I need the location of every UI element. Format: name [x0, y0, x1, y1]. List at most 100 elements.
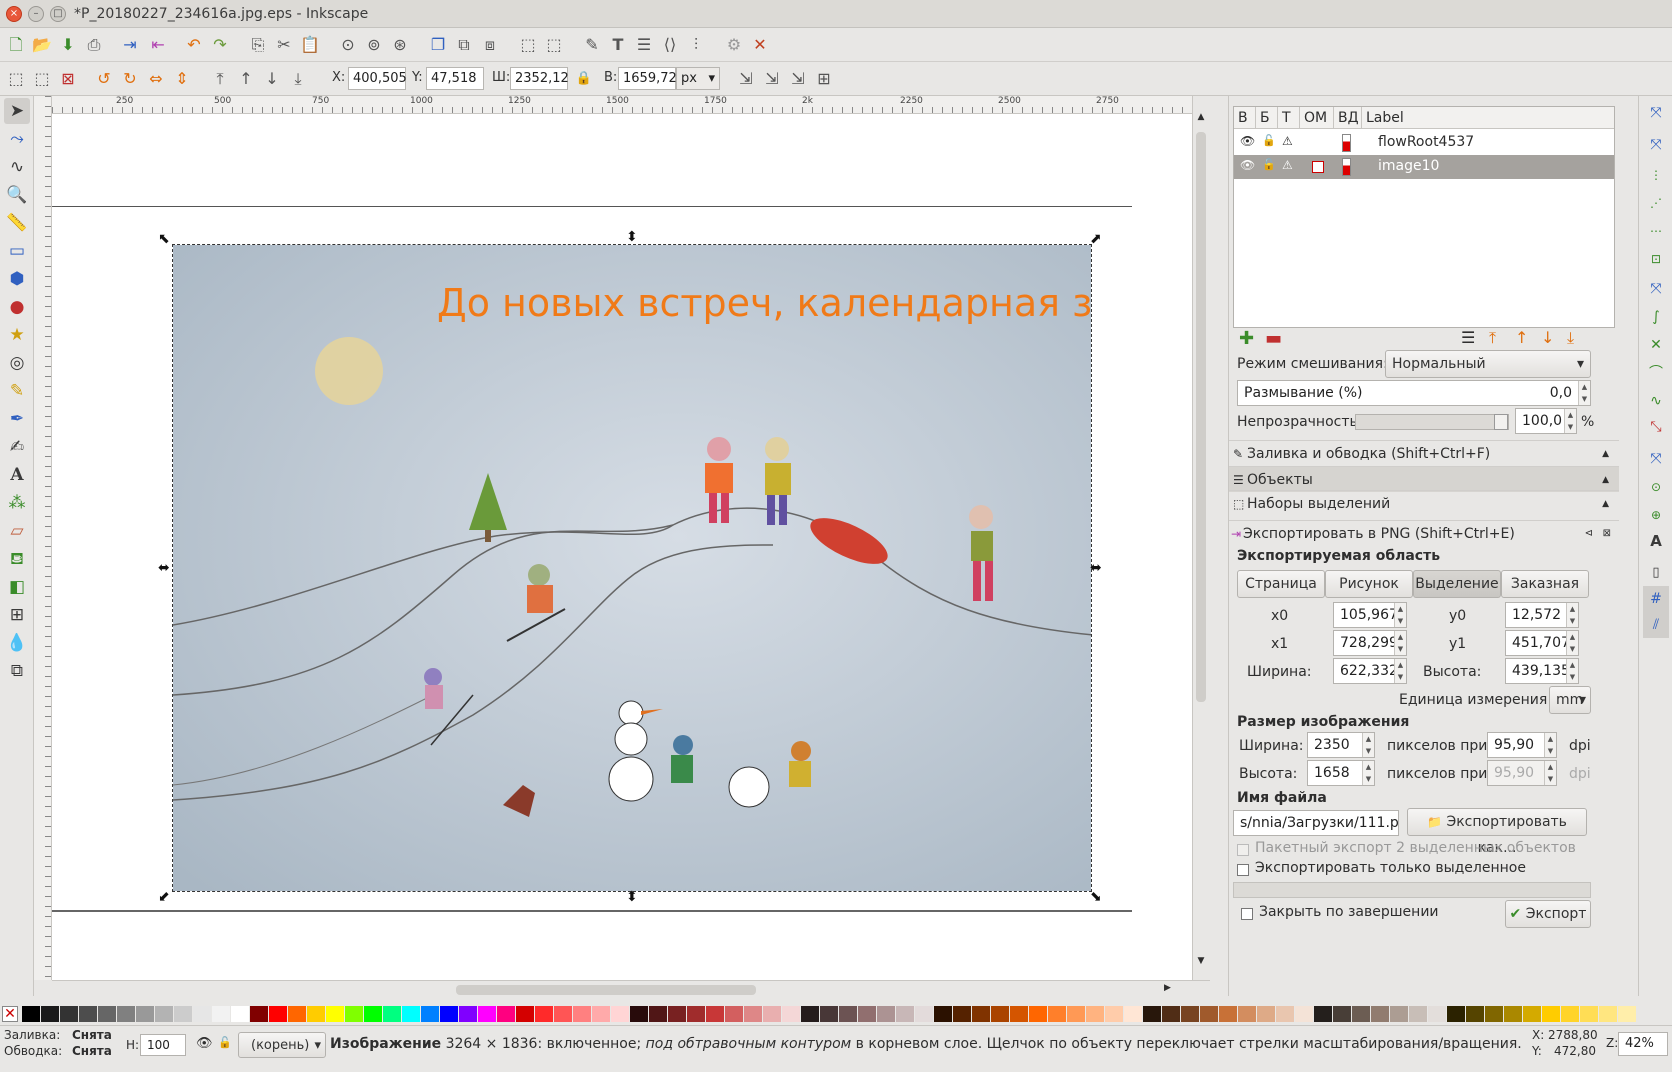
img-height-input[interactable]: 1658 ▲ ▼: [1307, 760, 1375, 786]
palette-swatch[interactable]: [1276, 1006, 1294, 1022]
scale-handle-n[interactable]: ⬍: [626, 230, 638, 244]
y1-input[interactable]: 451,707 ▲ ▼: [1505, 630, 1579, 656]
opacity-slider-handle[interactable]: [1494, 414, 1508, 430]
palette-swatch[interactable]: [725, 1006, 743, 1022]
palette-swatch[interactable]: [41, 1006, 59, 1022]
col-clip[interactable]: ОМ: [1300, 107, 1334, 129]
palette-swatch[interactable]: [497, 1006, 515, 1022]
palette-swatch[interactable]: [744, 1006, 762, 1022]
palette-swatch[interactable]: [307, 1006, 325, 1022]
scale-handle-nw[interactable]: ⬉: [158, 232, 170, 246]
col-locked[interactable]: Б: [1256, 107, 1278, 129]
no-paint-swatch[interactable]: ✕: [2, 1006, 18, 1022]
palette-swatch[interactable]: [820, 1006, 838, 1022]
duplicate-icon[interactable]: ❐: [426, 33, 450, 57]
palette-swatch[interactable]: [1124, 1006, 1142, 1022]
tab-page[interactable]: Страница: [1237, 570, 1325, 598]
document-properties-icon[interactable]: ✕: [748, 33, 772, 57]
scale-handle-e[interactable]: ⬌: [1090, 561, 1102, 575]
snap-paths-icon[interactable]: ∫: [1643, 304, 1669, 330]
vertical-scroll-thumb[interactable]: [1196, 132, 1206, 702]
open-file-icon[interactable]: 📂: [30, 33, 54, 57]
drawing-image[interactable]: До новых встреч, календарная зима!: [172, 244, 1092, 892]
dock-tab-export-png[interactable]: ⇥ Экспортировать в PNG (Shift+Ctrl+E) ⊲ ⊠: [1229, 520, 1619, 546]
palette-swatch[interactable]: [155, 1006, 173, 1022]
palette-swatch[interactable]: [1219, 1006, 1237, 1022]
pen-tool-icon[interactable]: ✒: [4, 406, 30, 432]
palette-swatch[interactable]: [611, 1006, 629, 1022]
palette-swatch[interactable]: [1105, 1006, 1123, 1022]
object-label[interactable]: flowRoot4537: [1378, 134, 1474, 150]
dropper-tool-icon[interactable]: 💧: [4, 630, 30, 656]
save-icon[interactable]: ⬇: [56, 33, 80, 57]
tweak-tool-icon[interactable]: ∿: [4, 154, 30, 180]
iconify-icon[interactable]: ⊲: [1585, 521, 1593, 547]
lock-ratio-icon[interactable]: 🔒: [572, 67, 596, 91]
palette-swatch[interactable]: [687, 1006, 705, 1022]
palette-swatch[interactable]: [1181, 1006, 1199, 1022]
rotate-ccw-icon[interactable]: ↺: [92, 67, 116, 91]
object-row[interactable]: 👁 🔓 ⚠ flowRoot4537: [1234, 131, 1614, 155]
ellipse-tool-icon[interactable]: ●: [4, 294, 30, 320]
snap-bbox-icon[interactable]: ⤧: [1643, 132, 1669, 158]
lower-icon[interactable]: ↓: [260, 67, 284, 91]
palette-swatch[interactable]: [136, 1006, 154, 1022]
export-unit-select[interactable]: mm ▾: [1549, 686, 1591, 714]
y1-spin-arrows[interactable]: ▲ ▼: [1566, 631, 1578, 655]
palette-swatch[interactable]: [1162, 1006, 1180, 1022]
calligraphy-tool-icon[interactable]: ✍: [4, 434, 30, 460]
h-status-input[interactable]: 100: [140, 1034, 186, 1056]
connector-tool-icon[interactable]: ⧉: [4, 658, 30, 684]
select-all-layers-icon[interactable]: ⬚: [30, 67, 54, 91]
scroll-down-icon[interactable]: ▼: [1196, 956, 1206, 968]
zoom-page-icon[interactable]: ⊛: [388, 33, 412, 57]
palette-swatch[interactable]: [478, 1006, 496, 1022]
snap-bbox-corner-icon[interactable]: ⋰: [1643, 190, 1669, 216]
palette-swatch[interactable]: [1143, 1006, 1161, 1022]
palette-swatch[interactable]: [1390, 1006, 1408, 1022]
palette-swatch[interactable]: [288, 1006, 306, 1022]
move-down-icon[interactable]: ↓: [1541, 328, 1554, 347]
palette-swatch[interactable]: [1504, 1006, 1522, 1022]
scale-handle-w[interactable]: ⬌: [158, 561, 170, 575]
raise-icon[interactable]: ↑: [234, 67, 258, 91]
palette-swatch[interactable]: [649, 1006, 667, 1022]
spray-tool-icon[interactable]: ⁂: [4, 490, 30, 516]
snap-cusp-icon[interactable]: ⌒: [1643, 360, 1669, 386]
palette-swatch[interactable]: [459, 1006, 477, 1022]
snap-page-icon[interactable]: ▯: [1643, 560, 1669, 586]
palette-swatch[interactable]: [1580, 1006, 1598, 1022]
y0-spin-arrows[interactable]: ▲ ▼: [1566, 603, 1578, 627]
palette-swatch[interactable]: [231, 1006, 249, 1022]
palette-swatch[interactable]: [1523, 1006, 1541, 1022]
palette-swatch[interactable]: [763, 1006, 781, 1022]
layers-icon[interactable]: ☰: [632, 33, 656, 57]
palette-swatch[interactable]: [440, 1006, 458, 1022]
move-gradients-icon[interactable]: ⇲: [786, 67, 810, 91]
collapse-all-icon[interactable]: ☰: [1461, 328, 1475, 347]
blend-mode-select[interactable]: Нормальный ▾: [1385, 350, 1591, 378]
palette-swatch[interactable]: [972, 1006, 990, 1022]
palette-swatch[interactable]: [402, 1006, 420, 1022]
add-object-icon[interactable]: ✚: [1239, 328, 1254, 349]
scale-handle-se[interactable]: ⬊: [1090, 890, 1102, 904]
palette-swatch[interactable]: [1200, 1006, 1218, 1022]
palette-swatch[interactable]: [573, 1006, 591, 1022]
area-width-input[interactable]: 622,332 ▲ ▼: [1333, 658, 1407, 684]
palette-swatch[interactable]: [174, 1006, 192, 1022]
zoom-input[interactable]: 42%: [1618, 1032, 1668, 1056]
palette-swatch[interactable]: [1257, 1006, 1275, 1022]
lock-icon[interactable]: 🔓: [1262, 158, 1276, 171]
palette-swatch[interactable]: [250, 1006, 268, 1022]
cut-icon[interactable]: ✂: [272, 33, 296, 57]
palette-swatch[interactable]: [326, 1006, 344, 1022]
layer-lock-icon[interactable]: 🔓: [218, 1036, 232, 1049]
dock-tab-fill-stroke[interactable]: ✎ Заливка и обводка (Shift+Ctrl+F) ▲: [1229, 440, 1619, 466]
img-width-spin-arrows[interactable]: ▲ ▼: [1362, 733, 1374, 757]
palette-swatch[interactable]: [668, 1006, 686, 1022]
3d-box-tool-icon[interactable]: ⬢: [4, 266, 30, 292]
snap-text-baseline-icon[interactable]: A: [1643, 528, 1669, 554]
gradient-tool-icon[interactable]: ◧: [4, 574, 30, 600]
snap-bbox-edge-icon[interactable]: ⋮: [1643, 162, 1669, 188]
area-height-spin-arrows[interactable]: ▲ ▼: [1566, 659, 1578, 683]
